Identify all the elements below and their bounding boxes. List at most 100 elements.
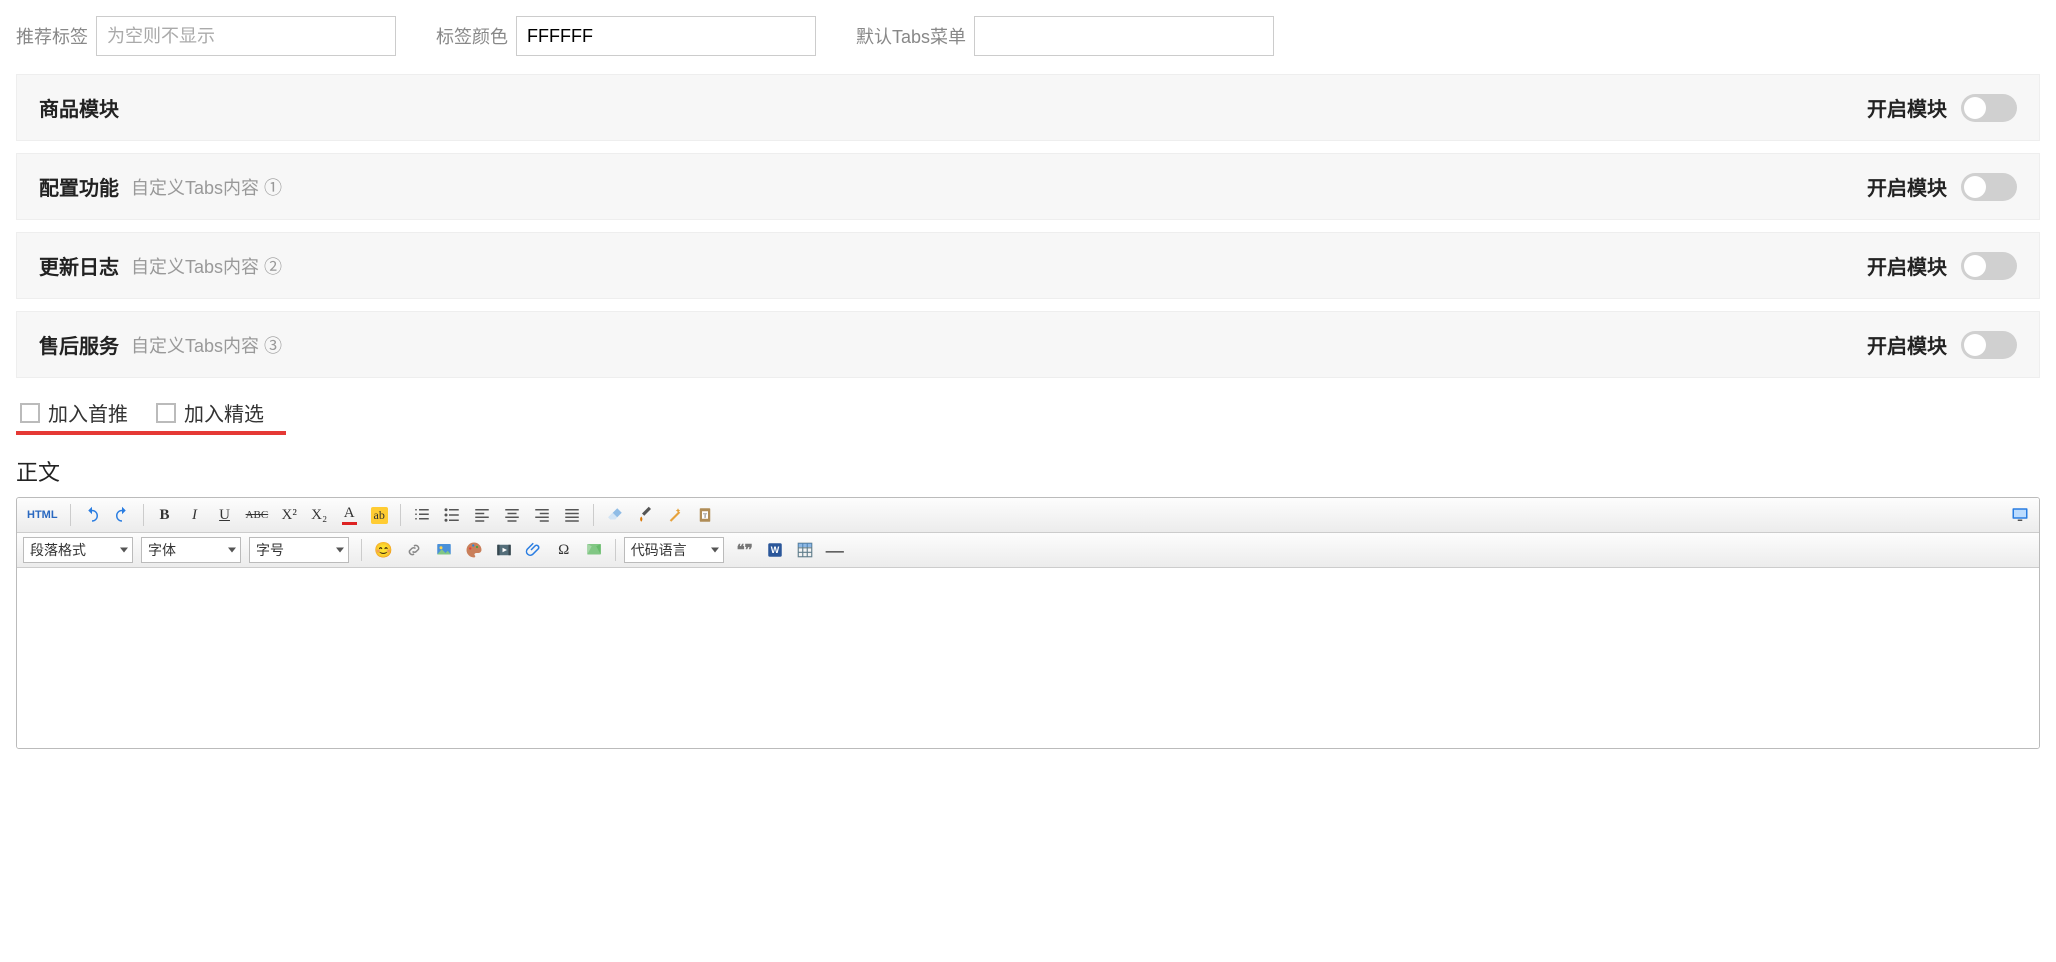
- paperclip-icon: [525, 541, 543, 559]
- fullscreen-button[interactable]: [2007, 502, 2033, 528]
- svg-text:W: W: [770, 545, 779, 555]
- video-button[interactable]: [491, 537, 517, 563]
- panel-subtitle: 自定义Tabs内容 ①: [131, 174, 282, 200]
- richtext-editor: HTML B I U ABC X² X₂ A ab: [16, 497, 2040, 749]
- toolbar-separator: [593, 504, 594, 526]
- code-language-select[interactable]: 代码语言: [624, 537, 724, 563]
- font-size-select[interactable]: 字号: [249, 537, 349, 563]
- panel-right: 开启模块: [1867, 251, 2017, 280]
- panel-subtitle: 自定义Tabs内容 ③: [131, 332, 282, 358]
- panel-left: 售后服务 自定义Tabs内容 ③: [39, 330, 282, 359]
- editor-content-area[interactable]: [17, 568, 2039, 748]
- image-button[interactable]: [431, 537, 457, 563]
- recommend-tag-label: 推荐标签: [16, 23, 88, 49]
- paragraph-format-select[interactable]: 段落格式: [23, 537, 133, 563]
- align-right-button[interactable]: [529, 502, 555, 528]
- panel-right: 开启模块: [1867, 172, 2017, 201]
- monitor-icon: [2011, 506, 2029, 524]
- checkbox-icon: [20, 403, 40, 423]
- content-section-title: 正文: [16, 455, 2040, 487]
- paste-text-button[interactable]: T: [692, 502, 718, 528]
- strikethrough-button[interactable]: ABC: [242, 502, 273, 528]
- blockquote-button[interactable]: ❝❞: [732, 537, 758, 563]
- map-icon: [585, 541, 603, 559]
- bold-button[interactable]: B: [152, 502, 178, 528]
- toggle-label: 开启模块: [1867, 93, 1947, 122]
- checkbox-selected[interactable]: 加入精选: [156, 398, 264, 427]
- link-button[interactable]: [401, 537, 427, 563]
- align-center-button[interactable]: [499, 502, 525, 528]
- table-icon: [796, 541, 814, 559]
- enable-module-toggle[interactable]: [1961, 94, 2017, 122]
- panel-product-module: 商品模块 开启模块: [16, 74, 2040, 141]
- image-icon: [435, 541, 453, 559]
- table-button[interactable]: [792, 537, 818, 563]
- align-center-icon: [503, 506, 521, 524]
- map-button[interactable]: [581, 537, 607, 563]
- checkbox-featured[interactable]: 加入首推: [20, 398, 128, 427]
- panel-left: 配置功能 自定义Tabs内容 ①: [39, 172, 282, 201]
- default-tabs-label: 默认Tabs菜单: [856, 23, 966, 49]
- toggle-label: 开启模块: [1867, 251, 1947, 280]
- tag-color-input[interactable]: [516, 16, 816, 56]
- panel-right: 开启模块: [1867, 93, 2017, 122]
- panel-left: 更新日志 自定义Tabs内容 ②: [39, 251, 282, 280]
- paste-text-icon: T: [696, 506, 714, 524]
- italic-button[interactable]: I: [182, 502, 208, 528]
- magic-wand-icon: [666, 506, 684, 524]
- toolbar-separator: [615, 539, 616, 561]
- editor-toolbar-row-2: 段落格式 字体 字号 😊 Ω 代码语言 ❝❞ W —: [17, 533, 2039, 568]
- panel-title: 配置功能: [39, 172, 119, 201]
- redo-icon: [113, 506, 131, 524]
- unordered-list-button[interactable]: [439, 502, 465, 528]
- format-painter-button[interactable]: [632, 502, 658, 528]
- highlight-button[interactable]: ab: [366, 502, 392, 528]
- toolbar-separator: [143, 504, 144, 526]
- underline-button[interactable]: U: [212, 502, 238, 528]
- align-left-icon: [473, 506, 491, 524]
- panel-title: 更新日志: [39, 251, 119, 280]
- paste-word-button[interactable]: W: [762, 537, 788, 563]
- recommend-tag-input[interactable]: [96, 16, 396, 56]
- eraser-button[interactable]: [602, 502, 628, 528]
- editor-toolbar-row-1: HTML B I U ABC X² X₂ A ab: [17, 498, 2039, 533]
- enable-module-toggle[interactable]: [1961, 331, 2017, 359]
- html-source-button[interactable]: HTML: [23, 502, 62, 528]
- font-family-select[interactable]: 字体: [141, 537, 241, 563]
- word-icon: W: [766, 541, 784, 559]
- attachment-button[interactable]: [521, 537, 547, 563]
- checkbox-underline: [16, 431, 286, 435]
- align-right-icon: [533, 506, 551, 524]
- toggle-label: 开启模块: [1867, 172, 1947, 201]
- undo-icon: [83, 506, 101, 524]
- superscript-button[interactable]: X²: [276, 502, 302, 528]
- panel-after-sales: 售后服务 自定义Tabs内容 ③ 开启模块: [16, 311, 2040, 378]
- align-justify-icon: [563, 506, 581, 524]
- default-tabs-group: 默认Tabs菜单: [856, 16, 1274, 56]
- ordered-list-button[interactable]: [409, 502, 435, 528]
- redo-button[interactable]: [109, 502, 135, 528]
- color-palette-button[interactable]: [461, 537, 487, 563]
- special-char-button[interactable]: Ω: [551, 537, 577, 563]
- video-icon: [495, 541, 513, 559]
- undo-button[interactable]: [79, 502, 105, 528]
- panel-right: 开启模块: [1867, 330, 2017, 359]
- align-left-button[interactable]: [469, 502, 495, 528]
- emoji-button[interactable]: 😊: [370, 537, 397, 563]
- toolbar-separator: [361, 539, 362, 561]
- enable-module-toggle[interactable]: [1961, 252, 2017, 280]
- top-filters-row: 推荐标签 标签颜色 默认Tabs菜单: [16, 16, 2040, 56]
- enable-module-toggle[interactable]: [1961, 173, 2017, 201]
- font-color-icon: A: [342, 505, 357, 525]
- subscript-button[interactable]: X₂: [306, 502, 332, 528]
- default-tabs-input[interactable]: [974, 16, 1274, 56]
- checkbox-label: 加入首推: [48, 398, 128, 427]
- align-justify-button[interactable]: [559, 502, 585, 528]
- palette-icon: [465, 541, 483, 559]
- tag-color-group: 标签颜色: [436, 16, 816, 56]
- font-color-button[interactable]: A: [336, 502, 362, 528]
- horizontal-rule-button[interactable]: —: [822, 537, 848, 563]
- clear-format-button[interactable]: [662, 502, 688, 528]
- panel-left: 商品模块: [39, 93, 131, 122]
- unordered-list-icon: [443, 506, 461, 524]
